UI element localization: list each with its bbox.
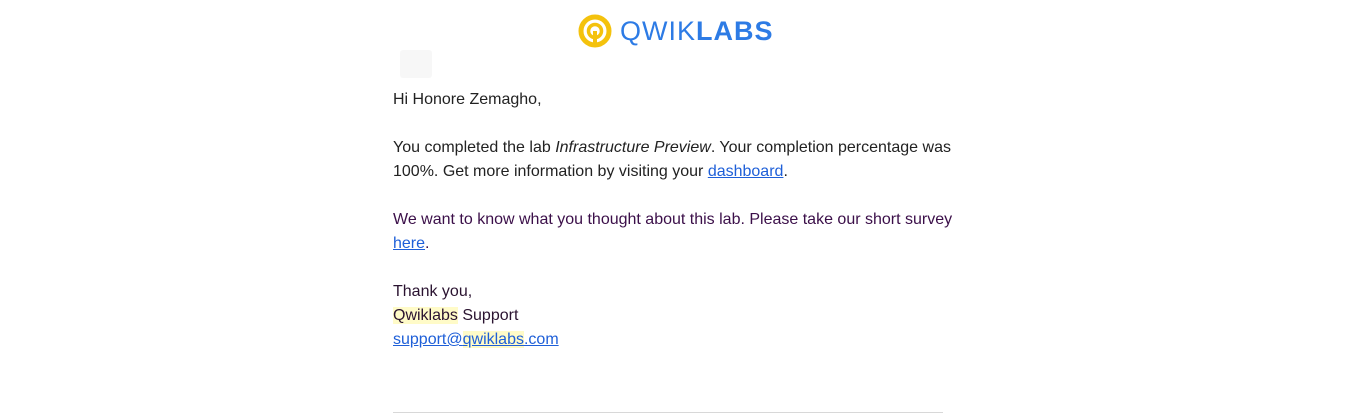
support-email-prefix: support@ (393, 331, 463, 348)
email-page: QWIKLABS Hi Honore Zemagho, You complete… (0, 0, 1364, 414)
survey-link[interactable]: here (393, 235, 425, 252)
team-name-rest: Support (457, 307, 519, 324)
survey-paragraph: We want to know what you thought about t… (393, 208, 953, 256)
signoff-team: Qwiklabs Support (393, 304, 953, 328)
signoff-thanks: Thank you, (393, 283, 473, 300)
qwiklabs-logo: QWIKLABS (578, 13, 774, 49)
support-email-line: support@qwiklabs.com (393, 328, 953, 352)
support-email-suffix: .com (523, 331, 559, 348)
footer-divider (393, 412, 943, 413)
email-body: Hi Honore Zemagho, You completed the lab… (393, 88, 953, 352)
survey-text: We want to know what you thought about t… (393, 211, 953, 228)
dashboard-link[interactable]: dashboard (708, 163, 784, 180)
logo-text-light: QWIK (620, 16, 696, 46)
greeting-text: Hi Honore Zemagho, (393, 91, 542, 108)
logo-wordmark: QWIKLABS (620, 14, 774, 48)
logo-text-bold: LABS (696, 16, 774, 46)
placeholder-image (400, 50, 432, 78)
team-name-highlight: Qwiklabs (393, 307, 458, 324)
support-email-link[interactable]: support@qwiklabs.com (393, 331, 559, 348)
lab-name: Infrastructure Preview (555, 139, 711, 156)
qwiklabs-logo-icon (578, 14, 612, 48)
completion-text-start: You completed the lab (393, 139, 556, 156)
survey-text-end: . (425, 235, 430, 252)
completion-paragraph: You completed the lab Infrastructure Pre… (393, 136, 953, 184)
completion-text-end: . (783, 163, 788, 180)
support-email-highlight: qwiklabs (462, 331, 524, 348)
